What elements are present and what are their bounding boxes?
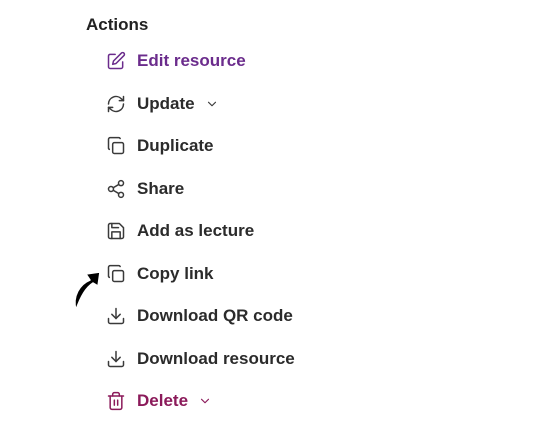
- trash-icon: [106, 391, 126, 411]
- update-label: Update: [137, 93, 195, 113]
- delete-label: Delete: [137, 391, 189, 411]
- edit-resource-button[interactable]: Edit resource: [106, 40, 295, 83]
- delete-button[interactable]: Delete: [106, 380, 295, 423]
- update-button[interactable]: Update: [106, 83, 295, 126]
- copy-link-button[interactable]: Copy link: [106, 253, 295, 296]
- share-label: Share: [137, 178, 185, 198]
- copy-link-label: Copy link: [137, 263, 214, 283]
- copy-icon: [106, 264, 126, 284]
- add-as-lecture-label: Add as lecture: [137, 221, 255, 241]
- download-resource-button[interactable]: Download resource: [106, 338, 295, 381]
- duplicate-button[interactable]: Duplicate: [106, 125, 295, 168]
- chevron-down-icon[interactable]: [198, 394, 212, 408]
- actions-heading: Actions: [86, 15, 149, 34]
- save-icon: [106, 221, 126, 241]
- download-icon: [106, 306, 126, 326]
- edit-resource-label: Edit resource: [137, 51, 246, 71]
- mouse-cursor-icon: [74, 271, 101, 311]
- chevron-down-icon[interactable]: [205, 97, 219, 111]
- add-as-lecture-button[interactable]: Add as lecture: [106, 210, 295, 253]
- download-qr-code-button[interactable]: Download QR code: [106, 295, 295, 338]
- download-icon: [106, 349, 126, 369]
- actions-list: Edit resource Update Duplicate Share Add…: [106, 40, 295, 423]
- share-icon: [106, 179, 126, 199]
- refresh-icon: [106, 94, 126, 114]
- share-button[interactable]: Share: [106, 168, 295, 211]
- edit-icon: [106, 51, 126, 71]
- duplicate-label: Duplicate: [137, 136, 214, 156]
- download-resource-label: Download resource: [137, 348, 295, 368]
- copy-icon: [106, 136, 126, 156]
- download-qr-code-label: Download QR code: [137, 306, 293, 326]
- actions-panel: Actions Edit resource Update Duplicate S…: [0, 0, 541, 427]
